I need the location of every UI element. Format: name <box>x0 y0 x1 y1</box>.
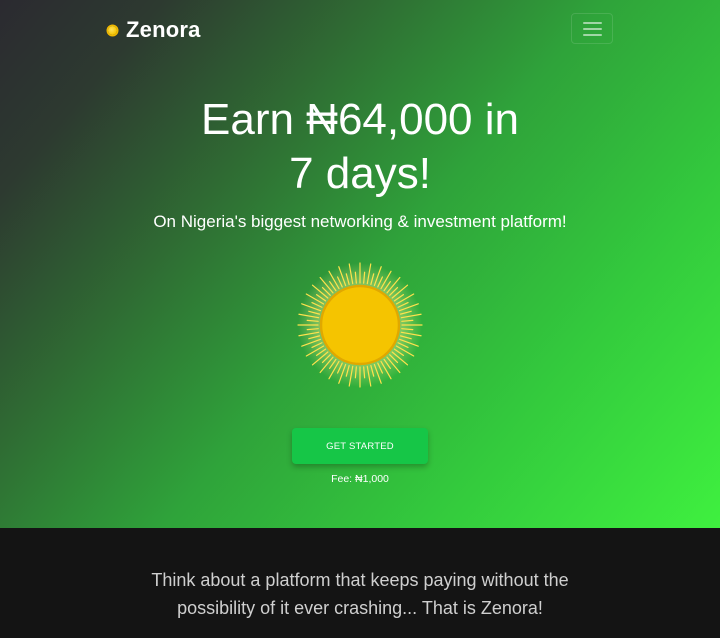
hamburger-line <box>582 21 602 24</box>
sun-disc <box>319 284 401 366</box>
hero-section: Zenora Earn ₦64,000 in 7 days! On Nigeri… <box>0 0 720 528</box>
get-started-button[interactable]: GET STARTED <box>292 428 428 464</box>
hero-subheadline: On Nigeria's biggest networking & invest… <box>153 212 567 231</box>
hero-headline: Earn ₦64,000 in 7 days! <box>0 93 720 201</box>
hamburger-line <box>582 27 602 30</box>
sun-icon <box>297 262 423 388</box>
headline-line-1: Earn ₦64,000 in <box>201 95 519 144</box>
landing-page: Zenora Earn ₦64,000 in 7 days! On Nigeri… <box>0 0 720 638</box>
brand-logo-link[interactable]: Zenora <box>108 16 201 44</box>
sun-dot-icon <box>108 25 117 35</box>
fee-label: Fee: ₦1,000 <box>331 473 389 485</box>
tagline-line-2: possibility of it ever crashing... That … <box>177 598 543 618</box>
about-section: Think about a platform that keeps paying… <box>0 528 720 638</box>
brand-name: Zenora <box>126 17 201 42</box>
headline-line-2: 7 days! <box>289 149 431 198</box>
hamburger-line <box>582 33 602 36</box>
tagline-line-1: Think about a platform that keeps paying… <box>151 570 569 590</box>
navbar: Zenora <box>0 0 720 60</box>
hamburger-menu-button[interactable] <box>571 13 613 44</box>
about-tagline: Think about a platform that keeps paying… <box>0 566 720 622</box>
